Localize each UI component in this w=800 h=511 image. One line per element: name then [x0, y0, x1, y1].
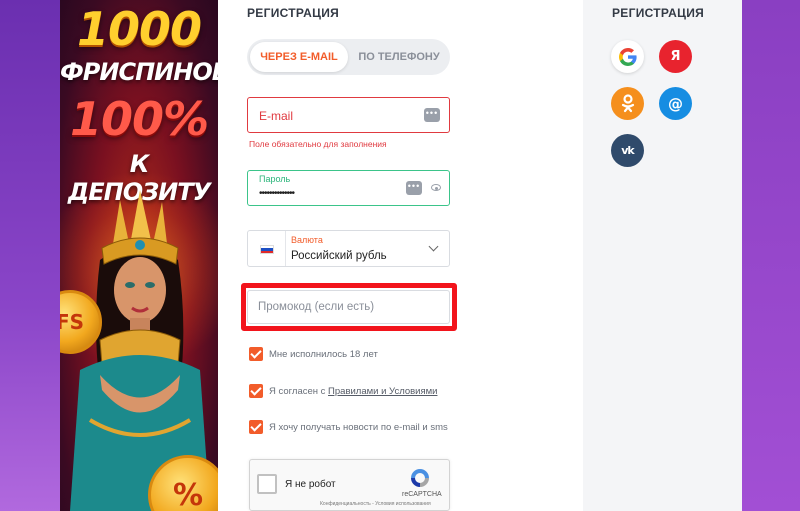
password-label: Пароль [259, 174, 291, 184]
terms-checkbox-row[interactable]: Я согласен с Правилами и Условиями [249, 383, 437, 399]
email-placeholder: E-mail [259, 109, 294, 123]
password-field[interactable]: Пароль •••••••••••••• ••• [247, 170, 450, 206]
form-title: РЕГИСТРАЦИЯ [247, 6, 340, 20]
terms-checkbox[interactable] [249, 384, 263, 398]
mail-ru-button[interactable]: @ [659, 87, 692, 120]
yandex-button[interactable]: Я [659, 40, 692, 73]
currency-value: Российский рубль [291, 250, 387, 262]
odnoklassniki-icon [621, 93, 634, 112]
news-checkbox[interactable] [249, 420, 263, 434]
recaptcha-checkbox[interactable] [257, 474, 277, 494]
banner-freespins-count: 1000 [76, 2, 202, 56]
promo-banner: 1000 ФРИСПИНОВ 100% К ДЕПОЗИТУ FS % [60, 0, 218, 511]
social-registration-panel: РЕГИСТРАЦИЯ Я @ vk [583, 0, 742, 511]
russia-flag-icon [260, 245, 274, 254]
vk-icon: vk [621, 144, 634, 157]
currency-divider [285, 231, 286, 266]
recaptcha-links[interactable]: Конфиденциальность - Условия использован… [320, 501, 431, 507]
background-right [742, 0, 800, 511]
odnoklassniki-button[interactable] [611, 87, 644, 120]
social-title: РЕГИСТРАЦИЯ [612, 6, 705, 20]
banner-freespins-label: ФРИСПИНОВ [60, 58, 218, 86]
age-checkbox-label: Мне исполнилось 18 лет [269, 348, 378, 360]
age-checkbox-row[interactable]: Мне исполнилось 18 лет [249, 346, 378, 362]
recaptcha-logo-icon [411, 469, 429, 487]
email-error-message: Поле обязательно для заполнения [249, 139, 387, 149]
recaptcha-brand: reCAPTCHA [402, 491, 442, 498]
google-icon [618, 47, 637, 66]
yandex-icon: Я [670, 49, 681, 64]
password-autofill-icon[interactable]: ••• [406, 181, 422, 195]
promo-code-placeholder: Промокод (если есть) [258, 301, 375, 313]
at-icon: @ [668, 94, 683, 113]
vk-button[interactable]: vk [611, 134, 644, 167]
terms-checkbox-label: Я согласен с Правилами и Условиями [269, 386, 437, 397]
banner-deposit-percent: 100% [69, 92, 209, 146]
chevron-down-icon [428, 241, 439, 252]
password-value: •••••••••••••• [259, 188, 295, 199]
terms-prefix: Я согласен с [269, 385, 326, 397]
news-checkbox-row[interactable]: Я хочу получать новости по e-mail и sms [249, 419, 448, 435]
currency-label: Валюта [291, 235, 323, 245]
recaptcha-widget: Я не робот reCAPTCHA Конфиденциальность … [249, 459, 450, 511]
news-checkbox-label: Я хочу получать новости по e-mail и sms [269, 421, 448, 433]
promo-code-field[interactable]: Промокод (если есть) [247, 290, 450, 324]
tab-email[interactable]: ЧЕРЕЗ E-MAIL [250, 42, 348, 72]
currency-select[interactable]: Валюта Российский рубль [247, 230, 450, 267]
terms-link[interactable]: Правилами и Условиями [328, 386, 437, 397]
autofill-icon[interactable]: ••• [424, 108, 440, 122]
registration-method-tabs: ЧЕРЕЗ E-MAIL ПО ТЕЛЕФОНУ [247, 39, 450, 75]
registration-panel: РЕГИСТРАЦИЯ ЧЕРЕЗ E-MAIL ПО ТЕЛЕФОНУ E-m… [218, 0, 583, 511]
tab-phone[interactable]: ПО ТЕЛЕФОНУ [350, 42, 448, 72]
email-field[interactable]: E-mail ••• [247, 97, 450, 133]
google-button[interactable] [611, 40, 644, 73]
background-left [0, 0, 60, 511]
recaptcha-label: Я не робот [285, 479, 336, 490]
age-checkbox[interactable] [249, 347, 263, 361]
eye-icon[interactable] [431, 184, 441, 191]
